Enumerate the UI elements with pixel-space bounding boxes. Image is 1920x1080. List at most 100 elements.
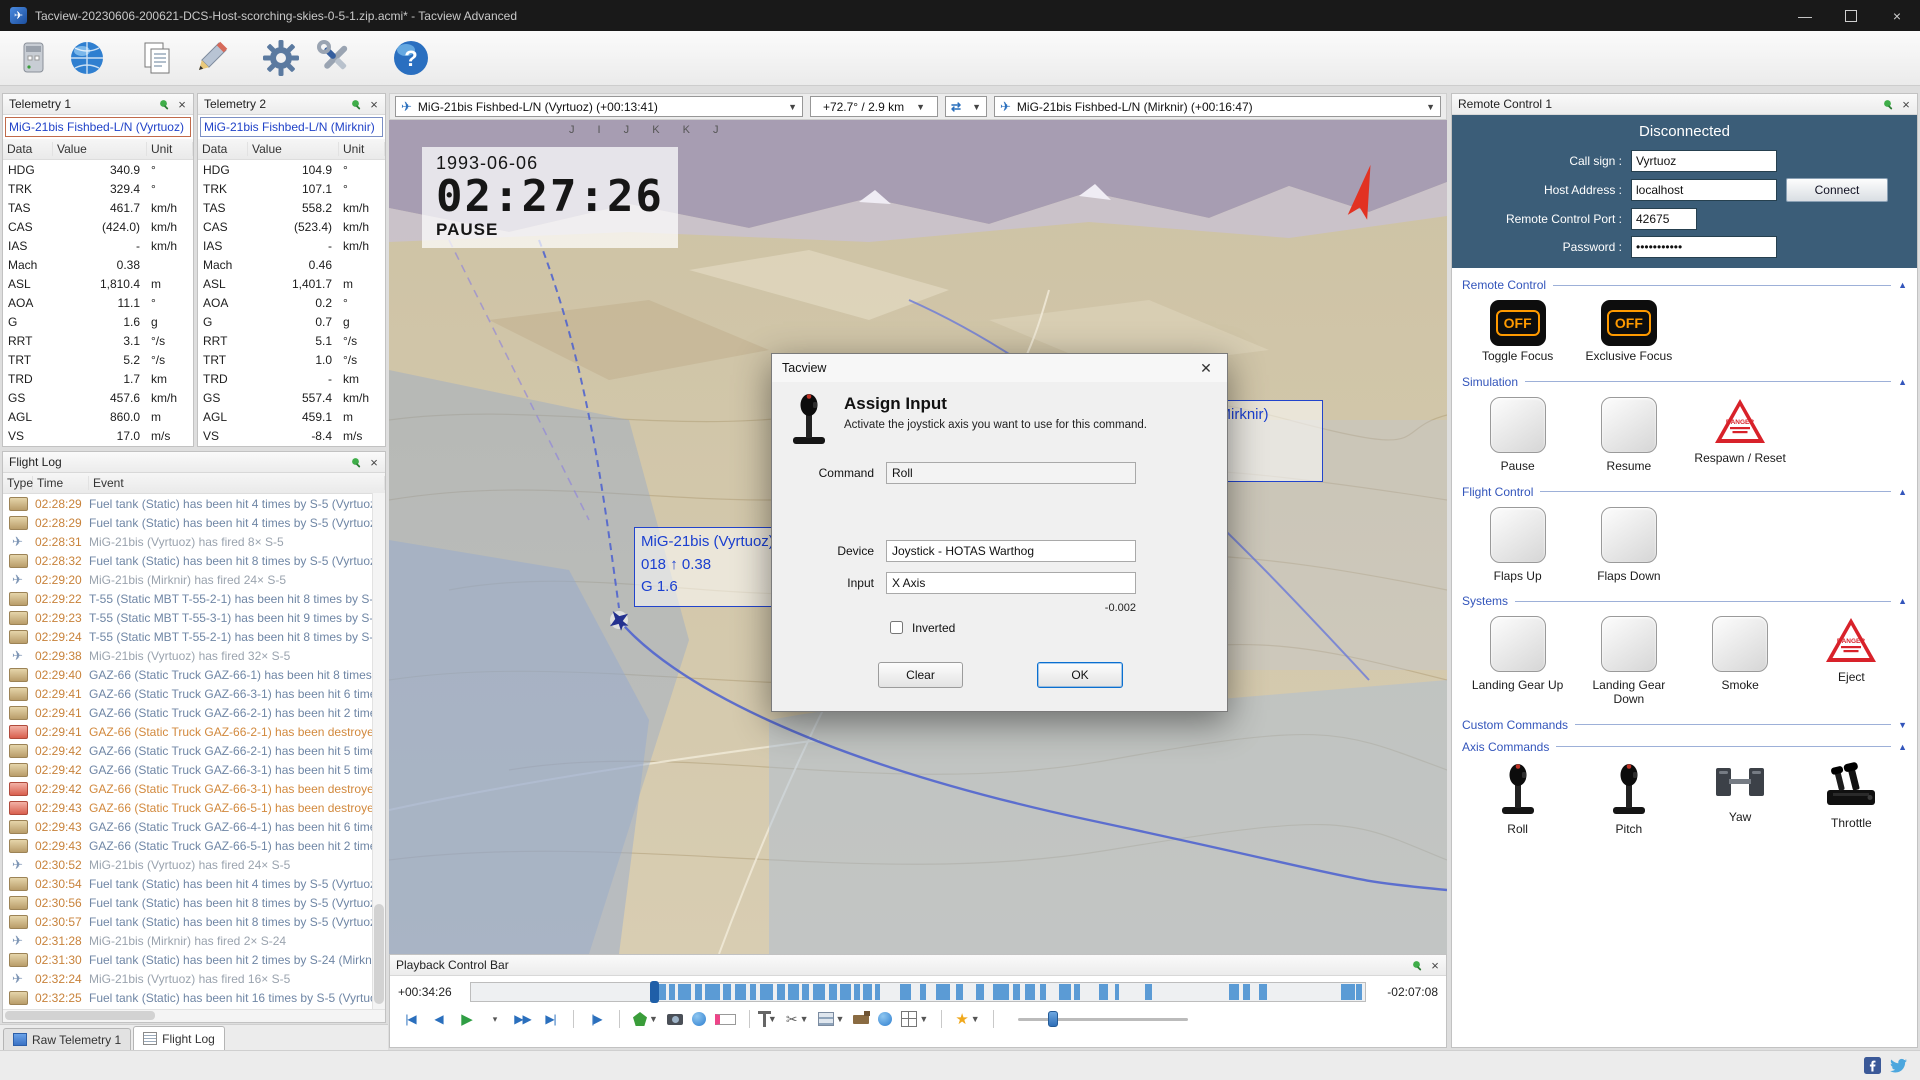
telemetry-row[interactable]: GS557.4km/h: [198, 388, 385, 407]
favorites-button[interactable]: ★▼: [952, 1008, 982, 1030]
rewind-button[interactable]: ◀: [426, 1008, 451, 1030]
remote-button-landing-gear-up[interactable]: Landing Gear Up: [1462, 613, 1573, 710]
eraser-button[interactable]: [712, 1008, 739, 1030]
globe-icon[interactable]: [64, 35, 110, 81]
help-icon[interactable]: ?: [388, 35, 434, 81]
command-field[interactable]: [886, 462, 1136, 484]
remote-button-pitch[interactable]: Pitch: [1573, 759, 1684, 840]
pin-icon[interactable]: [159, 99, 170, 110]
playback-speed-slider[interactable]: [1018, 1009, 1188, 1029]
telemetry-row[interactable]: TRT5.2°/s: [3, 350, 193, 369]
timeline-track[interactable]: [470, 982, 1366, 1002]
flight-log-row[interactable]: 02:31:30Fuel tank (Static) has been hit …: [3, 950, 385, 969]
inverted-checkbox[interactable]: [890, 621, 903, 634]
camera-angle-range-selector[interactable]: +72.7° / 2.9 km ▼: [810, 96, 938, 117]
minimize-button[interactable]: —: [1782, 0, 1828, 31]
step-frame-button[interactable]: |▶: [584, 1008, 609, 1030]
remote-button-smoke[interactable]: Smoke: [1685, 613, 1796, 710]
flight-log-row[interactable]: 02:29:23T-55 (Static MBT T-55-3-1) has b…: [3, 608, 385, 627]
telemetry-row[interactable]: IAS-km/h: [198, 236, 385, 255]
playhead-marker[interactable]: [650, 981, 659, 1003]
remote-button-toggle-focus[interactable]: OFFToggle Focus: [1462, 297, 1573, 367]
swap-objects-button[interactable]: ⇄ ▼: [945, 96, 987, 117]
tools-wrench-icon[interactable]: [312, 35, 358, 81]
flight-log-row[interactable]: ✈02:28:31MiG-21bis (Vyrtuoz) has fired 8…: [3, 532, 385, 551]
remote-button-roll[interactable]: Roll: [1462, 759, 1573, 840]
primary-object-selector[interactable]: ✈ MiG-21bis Fishbed-L/N (Vyrtuoz) (+00:1…: [395, 96, 803, 117]
telemetry-row[interactable]: TRD1.7km: [3, 369, 193, 388]
telemetry-row[interactable]: RRT5.1°/s: [198, 331, 385, 350]
telemetry-row[interactable]: TRD-km: [198, 369, 385, 388]
flight-log-row[interactable]: 02:29:41GAZ-66 (Static Truck GAZ-66-2-1)…: [3, 703, 385, 722]
host-address-field[interactable]: [1631, 179, 1777, 201]
telemetry-row[interactable]: GS457.6km/h: [3, 388, 193, 407]
telemetry-row[interactable]: VS-8.4m/s: [198, 426, 385, 445]
flight-log-row[interactable]: 02:28:32Fuel tank (Static) has been hit …: [3, 551, 385, 570]
close-icon[interactable]: ×: [1428, 958, 1442, 973]
telemetry-row[interactable]: AOA11.1°: [3, 293, 193, 312]
call-sign-field[interactable]: [1631, 150, 1777, 172]
close-icon[interactable]: ×: [367, 455, 381, 470]
telemetry-row[interactable]: TAS461.7km/h: [3, 198, 193, 217]
fast-forward-button[interactable]: ▶▶: [510, 1008, 535, 1030]
input-field[interactable]: [886, 572, 1136, 594]
flight-log-row[interactable]: 02:29:41GAZ-66 (Static Truck GAZ-66-2-1)…: [3, 722, 385, 741]
flight-log-row[interactable]: 02:29:41GAZ-66 (Static Truck GAZ-66-3-1)…: [3, 684, 385, 703]
device-field[interactable]: [886, 540, 1136, 562]
documents-icon[interactable]: [134, 35, 180, 81]
telemetry-row[interactable]: Mach0.46: [198, 255, 385, 274]
remote-button-throttle[interactable]: Throttle: [1796, 759, 1907, 840]
collapse-chevron-icon[interactable]: ▲: [1898, 377, 1907, 387]
collapse-chevron-icon[interactable]: ▲: [1898, 742, 1907, 752]
slider-handle[interactable]: [1048, 1011, 1058, 1027]
telemetry-row[interactable]: HDG340.9°: [3, 160, 193, 179]
flight-log-row[interactable]: 02:29:43GAZ-66 (Static Truck GAZ-66-5-1)…: [3, 836, 385, 855]
twitter-icon[interactable]: [1889, 1058, 1908, 1074]
close-button[interactable]: ×: [1874, 0, 1920, 31]
flight-log-row[interactable]: 02:30:54Fuel tank (Static) has been hit …: [3, 874, 385, 893]
ground-units-button[interactable]: [850, 1008, 872, 1030]
flight-log-row[interactable]: 02:29:43GAZ-66 (Static Truck GAZ-66-5-1)…: [3, 798, 385, 817]
telemetry-row[interactable]: G1.6g: [3, 312, 193, 331]
screenshot-button[interactable]: [664, 1008, 686, 1030]
terrain-globe-button[interactable]: [875, 1008, 895, 1030]
play-button[interactable]: ▶: [454, 1008, 479, 1030]
telemetry-row[interactable]: TRK107.1°: [198, 179, 385, 198]
telemetry-row[interactable]: CAS(424.0)km/h: [3, 217, 193, 236]
flight-log-row[interactable]: 02:29:43GAZ-66 (Static Truck GAZ-66-4-1)…: [3, 817, 385, 836]
remote-button-flaps-up[interactable]: Flaps Up: [1462, 504, 1573, 587]
usb-drive-icon[interactable]: [10, 35, 56, 81]
flight-log-row[interactable]: 02:29:22T-55 (Static MBT T-55-2-1) has b…: [3, 589, 385, 608]
play-options-dropdown[interactable]: ▾: [482, 1008, 507, 1030]
telemetry-row[interactable]: Mach0.38: [3, 255, 193, 274]
telemetry-row[interactable]: IAS-km/h: [3, 236, 193, 255]
telemetry-row[interactable]: ASL1,401.7m: [198, 274, 385, 293]
remote-button-flaps-down[interactable]: Flaps Down: [1573, 504, 1684, 587]
section-header[interactable]: Remote Control▲: [1462, 278, 1907, 292]
flight-log-row[interactable]: 02:29:40GAZ-66 (Static Truck GAZ-66-1) h…: [3, 665, 385, 684]
flight-log-row[interactable]: 02:29:24T-55 (Static MBT T-55-2-1) has b…: [3, 627, 385, 646]
telemetry-row[interactable]: VS17.0m/s: [3, 426, 193, 445]
dialog-title-bar[interactable]: Tacview ✕: [772, 354, 1227, 382]
pin-icon[interactable]: [1883, 99, 1894, 110]
remote-button-respawn-reset[interactable]: DANGERRespawn / Reset: [1685, 394, 1796, 477]
skip-end-button[interactable]: ▶|: [538, 1008, 563, 1030]
cut-tool-button[interactable]: ✂▼: [783, 1008, 812, 1030]
telemetry-row[interactable]: RRT3.1°/s: [3, 331, 193, 350]
remote-button-landing-gear-down[interactable]: Landing Gear Down: [1573, 613, 1684, 710]
section-header[interactable]: Custom Commands▼: [1462, 718, 1907, 732]
collapse-chevron-icon[interactable]: ▲: [1898, 596, 1907, 606]
telemetry-row[interactable]: AGL459.1m: [198, 407, 385, 426]
secondary-object-selector[interactable]: ✈ MiG-21bis Fishbed-L/N (Mirknir) (+00:1…: [994, 96, 1441, 117]
section-header[interactable]: Systems▲: [1462, 594, 1907, 608]
ok-button[interactable]: OK: [1037, 662, 1123, 688]
remote-button-pause[interactable]: Pause: [1462, 394, 1573, 477]
world-view-button[interactable]: [689, 1008, 709, 1030]
telemetry-row[interactable]: TRT1.0°/s: [198, 350, 385, 369]
section-header[interactable]: Flight Control▲: [1462, 485, 1907, 499]
facebook-icon[interactable]: [1864, 1057, 1881, 1074]
vertical-scrollbar[interactable]: [372, 493, 385, 1009]
telemetry-row[interactable]: TRK329.4°: [3, 179, 193, 198]
flight-log-row[interactable]: ✈02:31:28MiG-21bis (Mirknir) has fired 2…: [3, 931, 385, 950]
remote-button-resume[interactable]: Resume: [1573, 394, 1684, 477]
